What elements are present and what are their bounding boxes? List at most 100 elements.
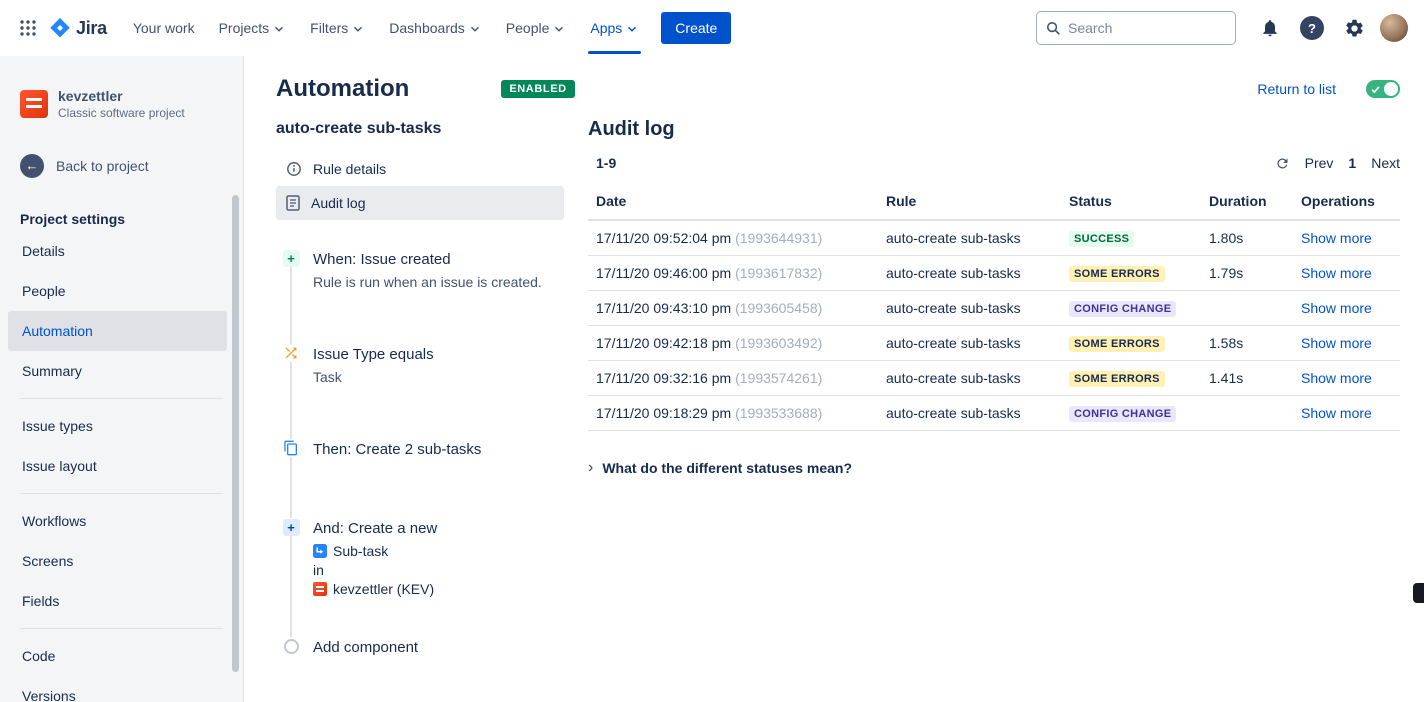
user-avatar[interactable] [1380,14,1408,42]
tab-label: Rule details [313,161,386,177]
topnav-right [1036,11,1408,45]
add-component-circle-icon [282,637,300,655]
app-switcher-button[interactable] [12,12,44,44]
cell-rule: auto-create sub-tasks [886,370,1069,386]
prev-page-link[interactable]: Prev [1305,155,1334,171]
cell-date: 17/11/20 09:42:18 pm (1993603492) [588,335,886,351]
column-header-rule: Rule [886,193,1069,209]
chevron-down-icon [351,22,365,36]
chain-item-and[interactable]: And: Create a new Sub-task in [276,518,588,597]
top-nav: Jira Your work Projects Filters Dashboar… [0,0,1424,56]
back-arrow-icon [20,154,44,178]
rule-enabled-toggle[interactable] [1366,80,1400,98]
project-header[interactable]: kevzettler Classic software project [0,88,243,120]
sidebar-item-people[interactable]: People [8,271,227,311]
show-more-link[interactable]: Show more [1301,405,1372,421]
sidebar-item-code[interactable]: Code [8,636,227,676]
nav-your-work[interactable]: Your work [121,0,207,56]
tab-audit-log[interactable]: Audit log [276,186,564,220]
page-body: kevzettler Classic software project Back… [0,56,1424,702]
status-badge: CONFIG CHANGE [1069,406,1176,422]
chevron-down-icon [552,22,566,36]
search-box[interactable] [1036,11,1236,45]
nav-projects[interactable]: Projects [207,0,299,56]
edge-handle[interactable] [1413,583,1424,603]
chain-title: Then: Create 2 sub-tasks [313,439,481,461]
chain-item-trigger[interactable]: When: Issue created Rule is run when an … [276,249,588,292]
help-button[interactable] [1296,12,1328,44]
row-date: 17/11/20 09:42:18 pm [596,335,731,351]
cell-status: CONFIG CHANGE [1069,299,1209,317]
add-component-label: Add component [313,637,418,659]
add-component-row[interactable]: Add component [276,637,588,659]
row-id: (1993605458) [735,300,822,316]
nav-filters[interactable]: Filters [298,0,377,56]
sidebar-item-details[interactable]: Details [8,231,227,271]
statuses-explainer-toggle[interactable]: What do the different statuses mean? [588,460,1400,476]
enabled-badge: ENABLED [501,80,574,98]
cell-operations: Show more [1301,230,1400,246]
cell-status: SUCCESS [1069,229,1209,247]
notifications-button[interactable] [1254,12,1286,44]
sidebar-scrollbar[interactable] [232,195,239,672]
sidebar-item-issue-layout[interactable]: Issue layout [8,446,227,486]
next-page-link[interactable]: Next [1371,155,1400,171]
sidebar-item-issue-types[interactable]: Issue types [8,406,227,446]
cell-operations: Show more [1301,300,1400,316]
nav-dashboards[interactable]: Dashboards [377,0,494,56]
show-more-link[interactable]: Show more [1301,300,1372,316]
search-input[interactable] [1068,20,1226,36]
row-date: 17/11/20 09:52:04 pm [596,230,731,246]
row-id: (1993574261) [735,370,822,386]
rule-name: auto-create sub-tasks [276,120,588,138]
audit-log-title: Audit log [588,118,1400,141]
show-more-link[interactable]: Show more [1301,335,1372,351]
status-badge: SOME ERRORS [1069,266,1165,282]
and-plus-icon [282,518,300,536]
row-id: (1993533688) [735,405,822,421]
jira-logo[interactable]: Jira [44,18,121,39]
cell-date: 17/11/20 09:43:10 pm (1993605458) [588,300,886,316]
sidebar-item-summary[interactable]: Summary [8,351,227,391]
current-page[interactable]: 1 [1348,155,1356,171]
cell-rule: auto-create sub-tasks [886,230,1069,246]
cell-status: SOME ERRORS [1069,369,1209,387]
row-id: (1993644931) [735,230,822,246]
chevron-down-icon [625,22,639,36]
chain-title: When: Issue created [313,249,542,271]
audit-table-header: Date Rule Status Duration Operations [588,189,1400,221]
cell-operations: Show more [1301,370,1400,386]
table-row: 17/11/20 09:42:18 pm (1993603492) auto-c… [588,326,1400,361]
cell-duration: 1.41s [1209,370,1301,386]
create-button[interactable]: Create [661,12,731,44]
back-to-project[interactable]: Back to project [0,154,243,178]
cell-duration: 1.58s [1209,335,1301,351]
status-badge: SUCCESS [1069,231,1134,247]
show-more-link[interactable]: Show more [1301,370,1372,386]
sidebar-item-automation[interactable]: Automation [8,311,227,351]
return-to-list-link[interactable]: Return to list [1257,81,1336,97]
nav-people[interactable]: People [494,0,579,56]
settings-button[interactable] [1338,12,1370,44]
cell-operations: Show more [1301,265,1400,281]
divider [20,398,223,399]
sidebar-item-screens[interactable]: Screens [8,541,227,581]
refresh-button[interactable] [1275,156,1290,171]
sidebar-item-versions[interactable]: Versions [8,676,227,702]
cell-date: 17/11/20 09:46:00 pm (1993617832) [588,265,886,281]
show-more-link[interactable]: Show more [1301,230,1372,246]
show-more-link[interactable]: Show more [1301,265,1372,281]
chain-project: kevzettler (KEV) [333,581,434,597]
cell-rule: auto-create sub-tasks [886,300,1069,316]
chain-issue-type: Sub-task [333,543,388,559]
bell-icon [1260,18,1280,38]
table-row: 17/11/20 09:46:00 pm (1993617832) auto-c… [588,256,1400,291]
tab-rule-details[interactable]: Rule details [276,152,564,186]
chain-item-condition[interactable]: Issue Type equals Task [276,344,588,387]
table-row: 17/11/20 09:43:10 pm (1993605458) auto-c… [588,291,1400,326]
chain-item-action[interactable]: Then: Create 2 sub-tasks [276,439,588,461]
sidebar-item-fields[interactable]: Fields [8,581,227,621]
sidebar-item-workflows[interactable]: Workflows [8,501,227,541]
jira-mark-icon [50,18,70,38]
nav-apps[interactable]: Apps [578,0,651,56]
